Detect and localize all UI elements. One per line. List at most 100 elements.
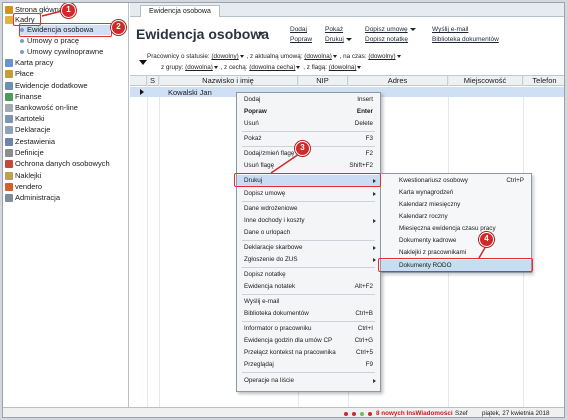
dodaj-link[interactable]: Dodaj <box>290 26 307 33</box>
menu-shortcut: F3 <box>365 135 373 142</box>
dopisz-umowe-label: Dopisz umowę <box>365 26 408 33</box>
chevron-down-icon[interactable] <box>357 65 362 69</box>
flaga-filter[interactable]: (dowolna) <box>329 64 357 71</box>
filter-label: , z flagą: <box>303 64 328 71</box>
tab-bar: Ewidencja osobowa <box>130 3 564 17</box>
menu-item-usun[interactable]: Usuń Delete <box>237 118 380 130</box>
sidebar-item-label: Umowy o pracę <box>27 36 80 45</box>
menu-label: Karta wynagrodzeń <box>399 189 454 196</box>
menu-item-wyslij-email[interactable]: Wyślij e-mail <box>237 296 380 308</box>
grid-line <box>159 76 160 407</box>
menu-label: Pokaż <box>244 135 262 142</box>
menu-label: Kwestionariusz osobowy <box>399 177 468 184</box>
menu-item-dane-wdrozeniowe[interactable]: Dane wdrożeniowe <box>237 203 380 215</box>
sidebar-item-label: Deklaracje <box>15 125 51 134</box>
menu-item-popraw[interactable]: Popraw Enter <box>237 106 380 118</box>
menu-label: Ewidencja godzin dla umów CP <box>244 337 333 344</box>
menu-item-deklaracje-skarbowe[interactable]: Deklaracje skarbowe <box>237 242 380 254</box>
shield-icon <box>5 160 13 168</box>
report-icon <box>5 138 13 146</box>
menu-label: Inne dochody i koszty <box>244 217 305 224</box>
chevron-down-icon[interactable] <box>239 54 244 58</box>
submenu-item-kwestionariusz[interactable]: Kwestionariusz osobowy Ctrl+P <box>381 175 531 186</box>
menu-item-ewidencja-notatek[interactable]: Ewidencja notatek Alt+F2 <box>237 281 380 293</box>
menu-label: Kalendarz miesięczny <box>399 201 461 208</box>
sidebar-item-label: Ochrona danych osobowych <box>15 159 110 168</box>
menu-item-dopisz-umowe[interactable]: Dopisz umowę <box>237 188 380 200</box>
sidebar-item-label: Administracja <box>15 193 61 202</box>
submenu-item-kalendarz-roczny[interactable]: Kalendarz roczny <box>381 211 531 222</box>
cards-icon <box>5 115 13 123</box>
menu-label: Przeglądaj <box>244 361 274 368</box>
pokaz-link[interactable]: Pokaż <box>325 26 343 33</box>
annotation-badge-3: 3 <box>295 141 310 156</box>
menu-item-biblioteka[interactable]: Biblioteka dokumentów Ctrl+B <box>237 308 380 320</box>
popraw-link[interactable]: Popraw <box>290 36 312 43</box>
page-title: Ewidencja osobowa <box>136 26 270 42</box>
menu-shortcut: F2 <box>365 150 373 157</box>
menu-item-przelacz-kontekst[interactable]: Przełącz kontekst na pracownika Ctrl+5 <box>237 347 380 359</box>
sidebar-item-label: Kartoteki <box>15 114 45 123</box>
umowa-filter[interactable]: (dowolna) <box>304 53 332 60</box>
menu-item-zgloszenie-zus[interactable]: Zgłoszenie do ZUS <box>237 254 380 266</box>
chevron-down-icon[interactable] <box>213 65 218 69</box>
menu-label: Dopisz umowę <box>244 190 286 197</box>
wyslij-email-link[interactable]: Wyślij e-mail <box>432 26 468 33</box>
filter-bar: Pracownicy o statusie: (dowolny) , z akt… <box>130 49 564 75</box>
column-header-miejscowosc[interactable]: Miejscowość <box>448 76 523 86</box>
biblioteka-dokumentow-link[interactable]: Biblioteka dokumentów <box>432 36 499 43</box>
sidebar-item-label: Ewidencje dodatkowe <box>15 81 88 90</box>
filter-label: , z aktualną umową: <box>246 53 303 60</box>
bank-icon <box>5 104 13 112</box>
menu-item-dodaj[interactable]: Dodaj Insert <box>237 94 380 106</box>
menu-item-przegladaj[interactable]: Przeglądaj F9 <box>237 359 380 371</box>
dopisz-notatke-link[interactable]: Dopisz notatkę <box>365 36 408 43</box>
column-header-s[interactable]: S <box>147 76 159 86</box>
submenu-item-naklejki[interactable]: Naklejki z pracownikami <box>381 247 531 258</box>
menu-item-informator[interactable]: Informator o pracowniku Ctrl+I <box>237 323 380 335</box>
menu-shortcut: F9 <box>365 361 373 368</box>
bullet-icon <box>20 50 24 54</box>
menu-item-dane-o-urlopach[interactable]: Dane o urlopach <box>237 227 380 239</box>
chevron-down-icon[interactable] <box>296 65 301 69</box>
menu-item-usun-flage[interactable]: Usuń flagę Shift+F2 <box>237 160 380 172</box>
grupa-filter[interactable]: (dowolna) <box>185 64 213 71</box>
submenu-item-dokumenty-kadrowe[interactable]: Dokumenty kadrowe <box>381 235 531 246</box>
column-header-nip[interactable]: NIP <box>298 76 348 86</box>
chevron-right-icon <box>373 246 376 250</box>
chevron-down-icon[interactable] <box>396 54 401 58</box>
menu-label: Ewidencja notatek <box>244 283 296 290</box>
chevron-down-icon[interactable] <box>258 32 264 36</box>
menu-shortcut: Ctrl+P <box>506 177 524 184</box>
menu-item-dopisz-notatke[interactable]: Dopisz notatkę <box>237 269 380 281</box>
employee-name-cell[interactable]: Kowalski Jan <box>168 88 212 97</box>
submenu-item-kalendarz-miesieczny[interactable]: Kalendarz miesięczny <box>381 199 531 210</box>
filter-line-1: Pracownicy o statusie: (dowolny) , z akt… <box>147 53 402 60</box>
status-filter[interactable]: (dowolny) <box>211 53 238 60</box>
dopisz-umowe-link[interactable]: Dopisz umowę <box>365 26 416 33</box>
cecha-filter[interactable]: (dowolna cecha) <box>249 64 295 71</box>
czas-filter[interactable]: (dowolny) <box>368 53 395 60</box>
chevron-right-icon <box>373 379 376 383</box>
submenu-item-karta-wynagrodzen[interactable]: Karta wynagrodzeń <box>381 187 531 198</box>
sidebar-item-label: Definicje <box>15 148 44 157</box>
filter-label: z grupy: <box>161 64 184 71</box>
home-icon <box>5 6 13 14</box>
chevron-down-icon[interactable] <box>332 54 337 58</box>
notifications-link[interactable]: 8 nowych InsWiadomości <box>376 410 453 417</box>
menu-item-ewidencja-godzin[interactable]: Ewidencja godzin dla umów CP Ctrl+G <box>237 335 380 347</box>
menu-shortcut: Alt+F2 <box>354 283 373 290</box>
column-header-telefon[interactable]: Telefon <box>523 76 564 86</box>
filter-expand-icon[interactable] <box>139 60 147 65</box>
column-header-nazwisko[interactable]: Nazwisko i imię <box>159 76 298 86</box>
column-header-adres[interactable]: Adres <box>348 76 448 86</box>
menu-item-operacje[interactable]: Operacje na liście <box>237 375 380 387</box>
chevron-down-icon <box>409 27 416 31</box>
status-dot-icon <box>352 412 356 416</box>
drukuj-link[interactable]: Drukuj <box>325 36 352 43</box>
vendero-icon <box>5 183 13 191</box>
tab-ewidencja-osobowa[interactable]: Ewidencja osobowa <box>140 5 220 17</box>
menu-item-inne-dochody[interactable]: Inne dochody i koszty <box>237 215 380 227</box>
submenu-item-ewidencja-czasu[interactable]: Miesięczna ewidencja czasu pracy <box>381 223 531 234</box>
status-dot-icon <box>368 412 372 416</box>
